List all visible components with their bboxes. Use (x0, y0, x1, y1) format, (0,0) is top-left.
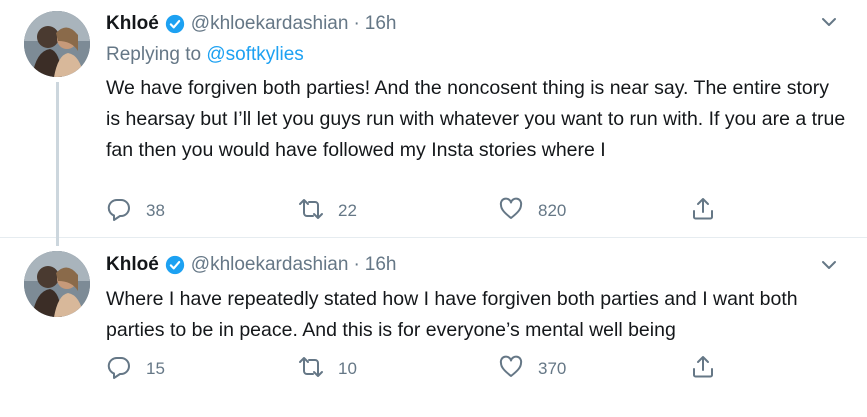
chevron-down-icon[interactable] (821, 257, 837, 273)
reply-icon (106, 196, 132, 227)
tweet-text: Where I have repeatedly stated how I hav… (106, 288, 798, 341)
share-icon (690, 354, 716, 385)
tweet-actions: 15 10 370 (106, 354, 726, 384)
heart-icon (498, 196, 524, 227)
user-handle[interactable]: @khloekardashian (191, 254, 349, 276)
tweet-header: Khloé @khloekardashian · 16h (106, 12, 396, 36)
like-button[interactable]: 820 (498, 196, 566, 226)
replying-to-label: Replying to (106, 44, 207, 65)
share-button[interactable] (690, 196, 716, 226)
tweet[interactable]: Khloé @khloekardashian · 16h Where I hav… (0, 239, 867, 417)
retweet-button[interactable]: 10 (298, 354, 357, 384)
chevron-down-icon[interactable] (821, 14, 837, 30)
timestamp[interactable]: 16h (365, 13, 397, 35)
share-icon (690, 196, 716, 227)
timestamp[interactable]: 16h (365, 254, 397, 276)
reply-icon (106, 354, 132, 385)
reply-count: 38 (146, 201, 165, 220)
tweet-actions: 38 22 820 (106, 196, 726, 226)
user-handle[interactable]: @khloekardashian (191, 13, 349, 35)
like-count: 820 (538, 201, 567, 220)
like-count: 370 (538, 359, 567, 378)
separator-dot: · (353, 254, 360, 275)
like-button[interactable]: 370 (498, 354, 566, 384)
tweet-header: Khloé @khloekardashian · 16h (106, 253, 396, 277)
retweet-count: 22 (338, 201, 357, 220)
separator-dot: · (353, 13, 360, 34)
retweet-icon (298, 354, 324, 385)
heart-icon (498, 354, 524, 385)
retweet-icon (298, 196, 324, 227)
replying-to-line: Replying to @softkylies (106, 44, 304, 66)
retweet-count: 10 (338, 359, 357, 378)
display-name[interactable]: Khloé (106, 13, 159, 35)
reply-button[interactable]: 38 (106, 196, 165, 226)
retweet-button[interactable]: 22 (298, 196, 357, 226)
verified-badge-icon (165, 14, 185, 34)
avatar[interactable] (24, 11, 90, 77)
verified-badge-icon (165, 255, 185, 275)
thread-connector-line (56, 82, 59, 246)
replying-to-mention[interactable]: @softkylies (206, 44, 303, 65)
avatar[interactable] (24, 251, 90, 317)
tweet[interactable]: Khloé @khloekardashian · 16h Replying to… (0, 0, 867, 246)
reply-count: 15 (146, 359, 165, 378)
display-name[interactable]: Khloé (106, 254, 159, 276)
share-button[interactable] (690, 354, 716, 384)
tweet-text: We have forgiven both parties! And the n… (106, 77, 846, 161)
reply-button[interactable]: 15 (106, 354, 165, 384)
